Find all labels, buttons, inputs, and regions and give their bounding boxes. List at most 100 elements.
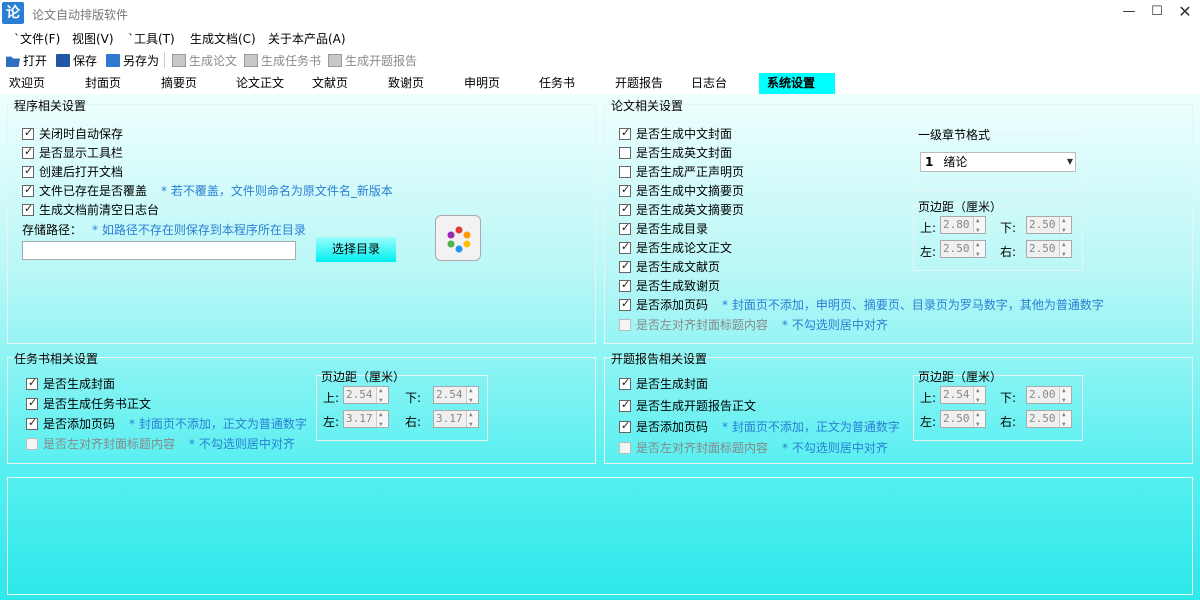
margin-bottom-stepper[interactable]: 2.54 <box>433 383 479 409</box>
task-page-number-checkbox[interactable]: 是否添加页码 * 封面页不添加，正文为普通数字 <box>26 415 307 432</box>
checkbox[interactable] <box>26 437 38 450</box>
tab-declaration[interactable]: 申明页 <box>464 73 500 94</box>
spin-arrows-icon[interactable] <box>376 383 388 409</box>
save-button[interactable]: 保存 <box>56 52 97 69</box>
checkbox[interactable] <box>22 145 34 159</box>
menu-generate[interactable]: 生成文档(C) <box>190 30 256 47</box>
proposal-left-align-checkbox[interactable]: 是否左对齐封面标题内容 * 不勾选则居中对齐 <box>619 439 888 456</box>
en-cover-checkbox[interactable]: 是否生成英文封面 <box>619 144 732 161</box>
tab-log[interactable]: 日志台 <box>691 73 727 94</box>
tab-proposal[interactable]: 开题报告 <box>615 73 663 94</box>
show-toolbar-checkbox[interactable]: 是否显示工具栏 <box>22 144 123 161</box>
tab-cover[interactable]: 封面页 <box>85 73 121 94</box>
proposal-body-checkbox[interactable]: 是否生成开题报告正文 <box>619 397 756 414</box>
tab-task[interactable]: 任务书 <box>539 73 575 94</box>
cn-abstract-checkbox[interactable]: 是否生成中文摘要页 <box>619 182 744 199</box>
spin-arrows-icon[interactable] <box>466 383 478 409</box>
margin-top-stepper[interactable]: 2.54 <box>343 383 389 409</box>
task-body-checkbox[interactable]: 是否生成任务书正文 <box>26 395 151 412</box>
checkbox[interactable] <box>619 165 631 178</box>
checkbox[interactable] <box>619 376 631 390</box>
checkbox[interactable] <box>22 202 34 216</box>
menu-view[interactable]: 视图(V) <box>72 30 114 47</box>
checkbox[interactable] <box>619 297 631 311</box>
generate-proposal-button[interactable]: 生成开题报告 <box>328 52 417 69</box>
spin-arrows-icon[interactable] <box>1059 407 1071 433</box>
checkbox[interactable] <box>619 202 631 216</box>
checkbox[interactable] <box>22 164 34 178</box>
spin-arrows-icon[interactable] <box>1059 383 1071 409</box>
menu-tools[interactable]: `工具(T) <box>128 30 175 47</box>
generate-task-button[interactable]: 生成任务书 <box>244 52 321 69</box>
spin-arrows-icon[interactable] <box>973 383 985 409</box>
checkbox[interactable] <box>619 318 631 331</box>
checkbox[interactable] <box>619 278 631 292</box>
checkbox[interactable] <box>619 240 631 254</box>
checkbox[interactable] <box>619 259 631 273</box>
left-align-checkbox[interactable]: 是否左对齐封面标题内容 * 不勾选则居中对齐 <box>619 316 888 333</box>
maximize-icon[interactable]: ☐ <box>1142 0 1172 24</box>
tab-abstract[interactable]: 摘要页 <box>161 73 197 94</box>
checkbox[interactable] <box>619 146 631 159</box>
en-abstract-checkbox[interactable]: 是否生成英文摘要页 <box>619 201 744 218</box>
path-input[interactable] <box>22 241 296 260</box>
tab-acknowledgement[interactable]: 致谢页 <box>388 73 424 94</box>
cn-cover-checkbox[interactable]: 是否生成中文封面 <box>619 125 732 142</box>
checkbox[interactable] <box>619 398 631 412</box>
acknowledgement-checkbox[interactable]: 是否生成致谢页 <box>619 277 720 294</box>
spin-arrows-icon[interactable] <box>376 407 388 433</box>
margin-top-stepper[interactable]: 2.80 <box>940 213 986 239</box>
color-palette-button[interactable] <box>435 215 481 261</box>
close-icon[interactable]: ✕ <box>1170 0 1200 24</box>
overwrite-checkbox[interactable]: 文件已存在是否覆盖 * 若不覆盖，文件则命名为原文件名_新版本 <box>22 182 393 199</box>
checkbox[interactable] <box>22 183 34 197</box>
references-checkbox[interactable]: 是否生成文献页 <box>619 258 720 275</box>
checkbox[interactable] <box>619 441 631 454</box>
spin-arrows-icon[interactable] <box>973 407 985 433</box>
checkbox[interactable] <box>619 221 631 235</box>
margin-left-stepper[interactable]: 2.50 <box>940 407 986 433</box>
save-as-button[interactable]: 另存为 <box>106 52 159 69</box>
body-checkbox[interactable]: 是否生成论文正文 <box>619 239 732 256</box>
tab-references[interactable]: 文献页 <box>312 73 348 94</box>
checkbox[interactable] <box>26 416 38 430</box>
menu-file[interactable]: `文件(F) <box>14 30 60 47</box>
margin-top-stepper[interactable]: 2.54 <box>940 383 986 409</box>
tab-settings[interactable]: 系统设置 <box>759 73 835 94</box>
checkbox[interactable] <box>619 183 631 197</box>
tab-body[interactable]: 论文正文 <box>236 73 284 94</box>
open-button[interactable]: 打开 <box>6 52 47 69</box>
checkbox[interactable] <box>22 126 34 140</box>
minimize-icon[interactable]: — <box>1114 0 1144 24</box>
chapter-format-select[interactable]: 1 绪论 ▼ <box>920 152 1076 172</box>
auto-save-checkbox[interactable]: 关闭时自动保存 <box>22 125 123 142</box>
margin-right-stepper[interactable]: 2.50 <box>1026 407 1072 433</box>
tab-welcome[interactable]: 欢迎页 <box>9 73 45 94</box>
proposal-cover-checkbox[interactable]: 是否生成封面 <box>619 375 708 392</box>
page-number-checkbox[interactable]: 是否添加页码 * 封面页不添加，申明页、摘要页、目录页为罗马数字，其他为普通数字 <box>619 296 1104 313</box>
generate-paper-button[interactable]: 生成论文 <box>172 52 237 69</box>
select-directory-button[interactable]: 选择目录 <box>316 237 396 262</box>
margin-right-stepper[interactable]: 2.50 <box>1026 237 1072 263</box>
menu-about[interactable]: 关于本产品(A) <box>268 30 346 47</box>
margin-bottom-stepper[interactable]: 2.50 <box>1026 213 1072 239</box>
spin-arrows-icon[interactable] <box>1059 237 1071 263</box>
toc-checkbox[interactable]: 是否生成目录 <box>619 220 708 237</box>
declaration-checkbox[interactable]: 是否生成严正声明页 <box>619 163 744 180</box>
spin-arrows-icon[interactable] <box>466 407 478 433</box>
task-cover-checkbox[interactable]: 是否生成封面 <box>26 375 115 392</box>
checkbox[interactable] <box>619 419 631 433</box>
spin-arrows-icon[interactable] <box>973 237 985 263</box>
spin-arrows-icon[interactable] <box>973 213 985 239</box>
checkbox[interactable] <box>26 396 38 410</box>
margin-bottom-stepper[interactable]: 2.00 <box>1026 383 1072 409</box>
proposal-page-number-checkbox[interactable]: 是否添加页码 * 封面页不添加，正文为普通数字 <box>619 418 900 435</box>
margin-left-stepper[interactable]: 2.50 <box>940 237 986 263</box>
checkbox[interactable] <box>619 126 631 140</box>
open-after-create-checkbox[interactable]: 创建后打开文档 <box>22 163 123 180</box>
spin-arrows-icon[interactable] <box>1059 213 1071 239</box>
checkbox[interactable] <box>26 376 38 390</box>
clear-log-checkbox[interactable]: 生成文档前清空日志台 <box>22 201 159 218</box>
margin-left-stepper[interactable]: 3.17 <box>343 407 389 433</box>
task-left-align-checkbox[interactable]: 是否左对齐封面标题内容 * 不勾选则居中对齐 <box>26 435 295 452</box>
